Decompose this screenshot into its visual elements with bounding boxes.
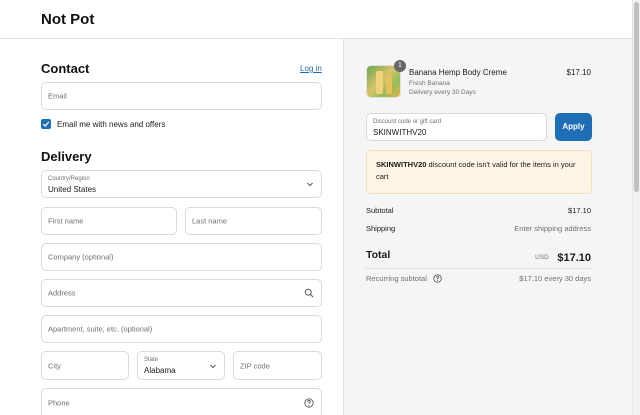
first-name-field[interactable]: First name <box>41 207 177 235</box>
first-name-placeholder: First name <box>48 216 84 226</box>
apply-button[interactable]: Apply <box>555 113 592 141</box>
discount-field[interactable]: Discount code or gift card SKINWITHV20 <box>366 113 547 141</box>
login-link[interactable]: Log in <box>300 64 322 73</box>
country-value: United States <box>48 185 97 194</box>
product-price: $17.10 <box>566 68 591 77</box>
notice-code: SKINWITHV20 <box>376 160 427 169</box>
city-field[interactable]: City <box>41 351 129 380</box>
shipping-label: Shipping <box>366 224 396 233</box>
discount-error-notice: SKINWITHV20 discount code isn't valid fo… <box>366 150 592 194</box>
apartment-placeholder: Apartment, suite, etc. (optional) <box>48 324 153 334</box>
total-amount: USD $17.10 <box>535 248 591 266</box>
chevron-down-icon <box>210 364 216 368</box>
address-field[interactable]: Address <box>41 279 322 307</box>
country-select[interactable]: Country/Region United States <box>41 170 322 198</box>
newsletter-label: Email me with news and offers <box>57 120 166 129</box>
product-name: Banana Hemp Body Creme <box>409 68 507 77</box>
apartment-field[interactable]: Apartment, suite, etc. (optional) <box>41 315 322 343</box>
checkout-form: Contact Log in Email Email me with news … <box>0 39 343 415</box>
search-icon[interactable] <box>304 288 314 298</box>
phone-field[interactable]: Phone <box>41 388 322 415</box>
help-icon[interactable] <box>433 274 442 283</box>
shipping-value: Enter shipping address <box>514 224 591 233</box>
address-placeholder: Address <box>48 288 76 298</box>
city-placeholder: City <box>48 361 61 370</box>
company-placeholder: Company (optional) <box>48 252 114 262</box>
brand-logo[interactable]: Not Pot <box>41 11 94 28</box>
page-scrollbar[interactable] <box>632 0 640 415</box>
recurring-subtotal-value: $17.10 every 30 days <box>519 274 591 283</box>
total-currency: USD <box>535 254 549 261</box>
zip-placeholder: ZIP code <box>240 361 270 370</box>
discount-value: SKINWITHV20 <box>373 128 427 137</box>
help-icon[interactable] <box>304 398 314 408</box>
scrollbar-thumb[interactable] <box>634 2 639 192</box>
divider <box>366 268 592 269</box>
discount-label: Discount code or gift card <box>373 119 442 125</box>
state-select[interactable]: State Alabama <box>137 351 225 380</box>
recurring-subtotal-label: Recurring subtotal <box>366 274 442 283</box>
phone-placeholder: Phone <box>48 398 70 408</box>
state-label: State <box>144 357 159 363</box>
contact-heading: Contact <box>41 61 90 76</box>
email-field[interactable]: Email <box>41 82 322 110</box>
company-field[interactable]: Company (optional) <box>41 243 322 271</box>
zip-field[interactable]: ZIP code <box>233 351 322 380</box>
check-icon <box>42 121 50 127</box>
quantity-badge: 1 <box>394 60 406 72</box>
header: Not Pot <box>0 0 632 39</box>
delivery-heading: Delivery <box>41 149 92 164</box>
newsletter-checkbox[interactable] <box>41 119 51 129</box>
email-placeholder: Email <box>48 91 67 101</box>
chevron-down-icon <box>307 182 313 187</box>
country-label: Country/Region <box>48 176 90 182</box>
recurring-label-text: Recurring subtotal <box>366 274 427 283</box>
product-delivery: Delivery every 30 Days <box>409 89 476 96</box>
total-label: Total <box>366 249 391 261</box>
last-name-placeholder: Last name <box>192 216 228 226</box>
state-value: Alabama <box>144 366 176 375</box>
product-variant: Fresh Banana <box>409 80 450 87</box>
order-summary: 1 Banana Hemp Body Creme Fresh Banana De… <box>343 39 632 415</box>
subtotal-value: $17.10 <box>568 206 591 215</box>
product-image-tube <box>376 71 383 94</box>
total-value: $17.10 <box>557 252 591 264</box>
last-name-field[interactable]: Last name <box>185 207 322 235</box>
subtotal-label: Subtotal <box>366 206 394 215</box>
product-image-tube <box>386 75 392 94</box>
